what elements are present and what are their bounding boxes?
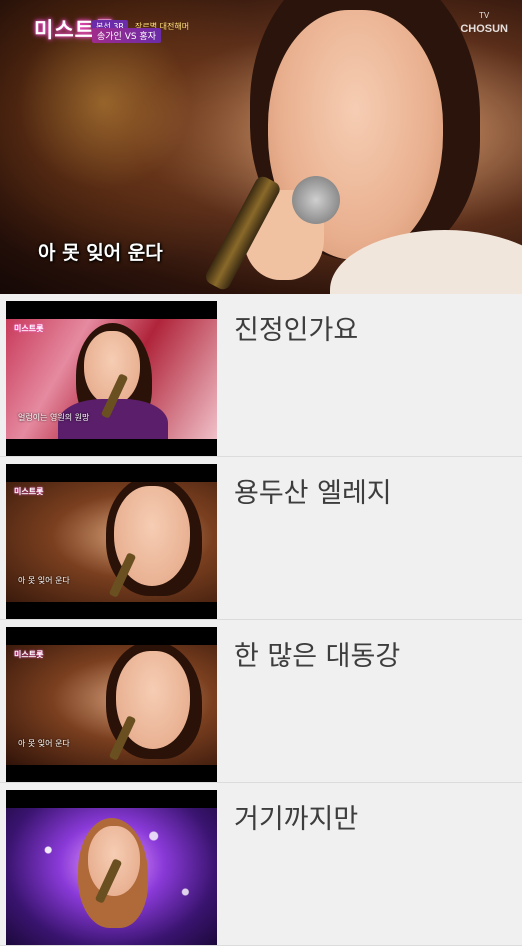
thumbnail-logo: 미스트롯: [14, 487, 44, 496]
video-title[interactable]: 거기까지만: [234, 797, 358, 836]
lyric-caption: 아 못 잊어 운다: [38, 242, 163, 264]
video-title[interactable]: 용두산 엘레지: [234, 471, 392, 510]
thumbnail-frame: 미스트롯 아 못 잊어 운다: [6, 645, 217, 765]
video-thumbnail[interactable]: [6, 790, 217, 945]
thumbnail-caption: 아 못 잊어 운다: [18, 739, 70, 748]
video-title[interactable]: 한 많은 대동강: [234, 634, 400, 673]
thumbnail-frame: [6, 808, 217, 945]
matchup-label: 송가인 VS 홍자: [92, 28, 161, 43]
list-item[interactable]: 미스트롯 얼렁이는 영원의 원망 진정인가요: [0, 294, 522, 457]
video-list: 미스트롯 얼렁이는 영원의 원망 진정인가요 미스트롯 아 못 잊어 운다 용두…: [0, 294, 522, 946]
thumbnail-logo: 미스트롯: [14, 324, 44, 333]
thumbnail-logo: 미스트롯: [14, 650, 44, 659]
list-item[interactable]: 미스트롯 아 못 잊어 운다 용두산 엘레지: [0, 457, 522, 620]
thumbnail-caption: 얼렁이는 영원의 원망: [18, 413, 90, 422]
video-thumbnail[interactable]: 미스트롯 아 못 잊어 운다: [6, 627, 217, 782]
list-item[interactable]: 미스트롯 아 못 잊어 운다 한 많은 대동강: [0, 620, 522, 783]
video-thumbnail[interactable]: 미스트롯 얼렁이는 영원의 원망: [6, 301, 217, 456]
video-thumbnail[interactable]: 미스트롯 아 못 잊어 운다: [6, 464, 217, 619]
channel-logo: TV CHOSUN: [460, 12, 508, 36]
channel-tv-label: TV: [479, 11, 490, 20]
channel-name: CHOSUN: [460, 23, 508, 35]
thumbnail-frame: 미스트롯 얼렁이는 영원의 원망: [6, 319, 217, 439]
thumbnail-frame: 미스트롯 아 못 잊어 운다: [6, 482, 217, 602]
thumbnail-caption: 아 못 잊어 운다: [18, 576, 70, 585]
list-item[interactable]: 거기까지만: [0, 783, 522, 946]
microphone-head: [292, 176, 340, 224]
video-title[interactable]: 진정인가요: [234, 308, 358, 347]
video-player[interactable]: 미스트롯 본선 3R 장르별 대전해머 송가인 VS 홍자 TV CHOSUN …: [0, 0, 522, 294]
